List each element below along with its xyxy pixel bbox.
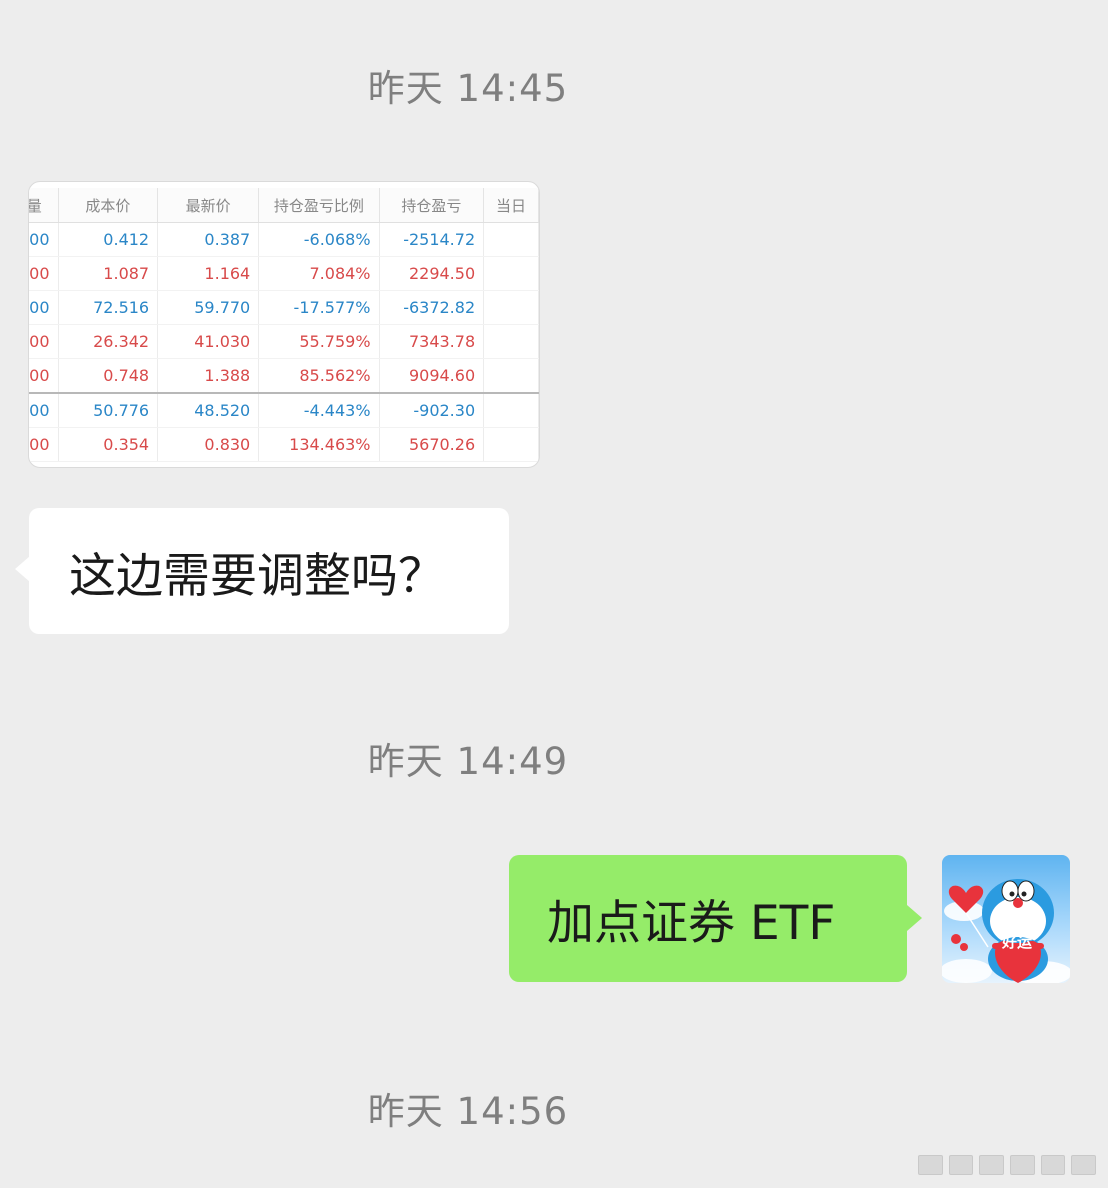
column-header: 最新价 <box>157 188 260 223</box>
table-cell-ratio: -4.443% <box>258 392 380 428</box>
table-cell-qty: 400 <box>29 392 59 428</box>
holdings-rows: 3000.4120.387-6.068%-2514.727001.0871.16… <box>29 222 539 462</box>
column-header: 持仓盈亏比例 <box>258 188 380 223</box>
table-cell-qty: 200 <box>29 358 59 394</box>
table-row: 2000.7481.38885.562%9094.60 <box>29 358 539 394</box>
table-cell-empty <box>483 290 539 325</box>
user-avatar[interactable]: 好运 <box>942 855 1070 983</box>
table-row: 40050.77648.520-4.443%-902.30 <box>29 392 539 428</box>
table-cell-qty: 900 <box>29 427 59 462</box>
column-header: 持仓盈亏 <box>379 188 485 223</box>
incoming-message-bubble[interactable]: 这边需要调整吗？ <box>15 508 509 634</box>
holdings-table: 量 成本价 最新价 持仓盈亏比例 持仓盈亏 当日 3000.4120.387-6… <box>29 188 539 462</box>
table-cell-empty <box>483 358 539 394</box>
table-cell-pnl: 2294.50 <box>379 256 485 291</box>
table-cell-pnl: -2514.72 <box>379 222 485 257</box>
table-row: 3000.4120.387-6.068%-2514.72 <box>29 222 539 257</box>
table-cell-latest: 1.164 <box>157 256 260 291</box>
outgoing-message-bubble[interactable]: 加点证券 ETF <box>509 855 922 982</box>
table-row: 7001.0871.1647.084%2294.50 <box>29 256 539 291</box>
table-row: 50072.51659.770-17.577%-6372.82 <box>29 290 539 325</box>
table-cell-cost: 0.748 <box>58 358 159 394</box>
table-row: 9000.3540.830134.463%5670.26 <box>29 427 539 462</box>
table-cell-ratio: 7.084% <box>258 256 380 291</box>
indicator-segment <box>1071 1155 1097 1175</box>
table-cell-qty: 700 <box>29 256 59 291</box>
table-cell-ratio: 134.463% <box>258 427 380 462</box>
table-cell-latest: 0.387 <box>157 222 260 257</box>
table-cell-cost: 26.342 <box>58 324 159 359</box>
table-cell-qty: 500 <box>29 290 59 325</box>
table-cell-cost: 50.776 <box>58 392 159 428</box>
column-header: 当日 <box>483 188 539 223</box>
avatar-badge-text: 好运 <box>1002 933 1033 951</box>
table-cell-qty: 500 <box>29 324 59 359</box>
indicator-segment <box>1040 1155 1066 1175</box>
table-cell-cost: 72.516 <box>58 290 159 325</box>
table-cell-qty: 300 <box>29 222 59 257</box>
table-cell-pnl: 9094.60 <box>379 358 485 394</box>
table-cell-empty <box>483 392 539 428</box>
table-cell-cost: 0.412 <box>58 222 159 257</box>
timestamp: 昨天 14:49 <box>367 740 569 783</box>
indicator-segment <box>979 1155 1005 1175</box>
indicator-segment <box>1010 1155 1035 1175</box>
table-cell-cost: 1.087 <box>58 256 159 291</box>
table-cell-ratio: 85.562% <box>258 358 380 394</box>
table-cell-latest: 41.030 <box>157 324 260 359</box>
table-cell-pnl: -6372.82 <box>379 290 485 325</box>
table-row: 50026.34241.03055.759%7343.78 <box>29 324 539 359</box>
table-cell-cost: 0.354 <box>58 427 159 462</box>
scroll-indicator <box>918 1154 1097 1176</box>
table-cell-empty <box>483 222 539 257</box>
timestamp: 昨天 14:56 <box>367 1090 569 1133</box>
table-cell-pnl: 7343.78 <box>379 324 485 359</box>
table-cell-empty <box>483 256 539 291</box>
table-cell-ratio: 55.759% <box>258 324 380 359</box>
table-cell-pnl: -902.30 <box>379 392 485 428</box>
column-header: 成本价 <box>58 188 159 223</box>
table-cell-ratio: -17.577% <box>258 290 380 325</box>
table-cell-pnl: 5670.26 <box>379 427 485 462</box>
table-cell-empty <box>483 427 539 462</box>
table-cell-latest: 1.388 <box>157 358 260 394</box>
table-cell-ratio: -6.068% <box>258 222 380 257</box>
incoming-message-text: 这边需要调整吗？ <box>69 548 445 604</box>
doraemon-avatar-icon <box>942 879 1070 983</box>
indicator-segment <box>948 1155 974 1175</box>
shared-image-message[interactable]: 量 成本价 最新价 持仓盈亏比例 持仓盈亏 当日 3000.4120.387-6… <box>28 181 540 468</box>
table-cell-latest: 59.770 <box>157 290 260 325</box>
table-cell-latest: 0.830 <box>157 427 260 462</box>
table-cell-empty <box>483 324 539 359</box>
indicator-segment <box>918 1155 943 1175</box>
column-header: 量 <box>29 188 59 223</box>
outgoing-message-text: 加点证券 ETF <box>547 896 836 951</box>
timestamp: 昨天 14:45 <box>367 67 569 110</box>
table-cell-latest: 48.520 <box>157 392 260 428</box>
